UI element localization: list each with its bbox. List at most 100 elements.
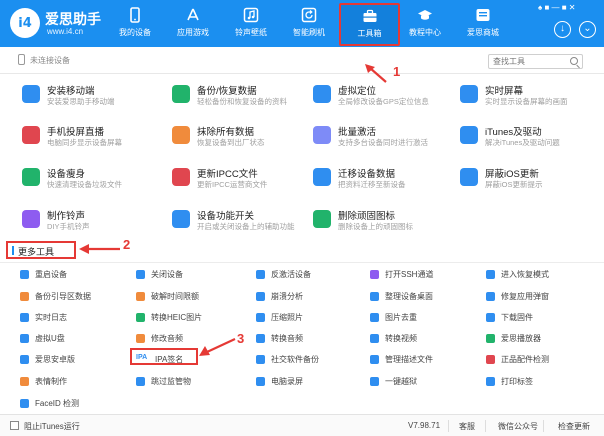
tool-block-update[interactable]: 屏蔽iOS更新 屏蔽iOS更新提示 xyxy=(460,166,604,196)
small-tool-label: 虚拟U盘 xyxy=(35,334,65,343)
small-tool-label: 修改音频 xyxy=(151,334,183,343)
brand-url: www.i4.cn xyxy=(47,27,84,36)
divider xyxy=(543,420,544,432)
download-manager-icon[interactable]: ↓ xyxy=(554,21,571,38)
refresh-box-icon xyxy=(301,7,317,23)
nav-smart-flash[interactable]: 智能刷机 xyxy=(281,4,337,44)
dedup-icon xyxy=(370,313,379,322)
small-tool-label: 表情制作 xyxy=(35,377,67,386)
nav-tutorials[interactable]: 教程中心 xyxy=(397,4,453,44)
phone-icon xyxy=(130,7,140,23)
block-itunes-label: 阻止iTunes运行 xyxy=(24,422,80,431)
small-tool-label: 破解时间限额 xyxy=(151,292,199,301)
print-icon xyxy=(486,377,495,386)
small-tool-label: 打开SSH通道 xyxy=(385,270,434,279)
crash-icon xyxy=(256,292,265,301)
tool-subtitle: 全局修改设备GPS定位信息 xyxy=(338,97,429,106)
cast-icon xyxy=(22,126,40,144)
tool-delete-icon[interactable]: 删除顽固图标 删除设备上的顽固图标 xyxy=(313,208,458,238)
accessory-icon xyxy=(486,355,495,364)
player-icon xyxy=(486,334,495,343)
search-box[interactable] xyxy=(488,54,583,69)
tool-erase[interactable]: 抹除所有数据 恢复设备到出厂状态 xyxy=(172,124,317,154)
tool-subtitle: 电脑同步显示设备屏幕 xyxy=(47,138,122,147)
tool-toggle[interactable]: 设备功能开关 开启或关闭设备上的辅助功能 xyxy=(172,208,317,238)
tool-title: 手机投屏直播 xyxy=(47,127,105,138)
user-menu-icon[interactable]: ⌄ xyxy=(579,21,596,38)
social-backup-icon xyxy=(256,355,265,364)
tool-install-mobile[interactable]: 安装移动端 安装爱思助手移动端 xyxy=(22,83,167,113)
time-limit-icon xyxy=(136,292,145,301)
customer-service-link[interactable]: 客服 xyxy=(459,421,475,432)
block-update-icon xyxy=(460,168,478,186)
deactivate-icon xyxy=(256,270,265,279)
top-navigation-bar: i4 爱思助手 www.i4.cn 我的设备 应用游戏 铃声壁纸 智能刷机 工具… xyxy=(0,0,604,47)
tool-title: 设备功能开关 xyxy=(197,211,255,222)
small-tool-label: 社交软件备份 xyxy=(271,355,319,364)
annotation-number-2: 2 xyxy=(123,237,131,252)
small-tool-label: 进入恢复模式 xyxy=(501,270,549,279)
annotation-number-3: 3 xyxy=(237,331,245,346)
ringtone-icon xyxy=(22,210,40,228)
tool-layers-backup[interactable]: 备份/恢复数据 轻松备份和恢复设备的资料 xyxy=(172,83,317,113)
search-input[interactable] xyxy=(493,55,565,68)
nav-store[interactable]: 爱思商城 xyxy=(455,4,511,44)
brand-name: 爱思助手 xyxy=(45,11,101,27)
tool-migrate[interactable]: 迁移设备数据 把资料迁移至新设备 xyxy=(313,166,458,196)
small-tool-label: 爱思播放器 xyxy=(501,334,541,343)
toolbox-icon xyxy=(363,9,376,22)
tool-subtitle: 支持多台设备同时进行激活 xyxy=(338,138,428,147)
nav-apps-games[interactable]: 应用游戏 xyxy=(165,4,221,44)
search-icon[interactable] xyxy=(570,57,578,65)
slim-device-icon xyxy=(22,168,40,186)
check-update-link[interactable]: 检查更新 xyxy=(558,421,590,432)
small-tool-label: 实时日志 xyxy=(35,313,67,322)
log-icon xyxy=(20,313,29,322)
tool-slim-device[interactable]: 设备瘦身 快速清理设备垃圾文件 xyxy=(22,166,167,196)
block-itunes-checkbox[interactable] xyxy=(10,421,19,430)
tool-title: 屏蔽iOS更新 xyxy=(485,169,539,180)
music-icon xyxy=(243,7,259,23)
delete-icon-icon xyxy=(313,210,331,228)
ipcc-icon xyxy=(172,168,190,186)
tool-title: 更新IPCC文件 xyxy=(197,169,258,180)
faceid-icon xyxy=(20,399,29,408)
small-tool-label: 转换视频 xyxy=(385,334,417,343)
small-tool-label: 跳过监管物 xyxy=(151,377,191,386)
tool-itunes[interactable]: iTunes及驱动 解决iTunes及驱动问题 xyxy=(460,124,604,154)
small-tool-label: 图片去重 xyxy=(385,313,417,322)
jailbreak-icon xyxy=(370,377,379,386)
android-icon xyxy=(20,355,29,364)
tool-location-pin[interactable]: 虚拟定位 全局修改设备GPS定位信息 xyxy=(313,83,458,113)
tool-batch-activate[interactable]: 批量激活 支持多台设备同时进行激活 xyxy=(313,124,458,154)
wechat-account-link[interactable]: 微信公众号 xyxy=(498,421,538,432)
window-controls[interactable]: ♠ ■ — ■ ✕ xyxy=(538,3,576,12)
small-tool-label: 一键越狱 xyxy=(385,377,417,386)
small-tool-label: 爱思安卓版 xyxy=(35,355,75,364)
tool-title: 抹除所有数据 xyxy=(197,127,255,138)
device-status-text: 未连接设备 xyxy=(30,56,70,65)
small-tool-label: 备份引导区数据 xyxy=(35,292,91,301)
tool-subtitle: 屏蔽iOS更新提示 xyxy=(485,180,543,189)
tool-cast[interactable]: 手机投屏直播 电脑同步显示设备屏幕 xyxy=(22,124,167,154)
batch-activate-icon xyxy=(313,126,331,144)
tool-ringtone[interactable]: 制作铃声 DIY手机铃声 xyxy=(22,208,167,238)
version-label: V7.98.71 xyxy=(408,421,441,430)
tool-screen[interactable]: 实时屏幕 实时显示设备屏幕的画面 xyxy=(460,83,604,113)
tool-ipcc[interactable]: 更新IPCC文件 更新IPCC运营商文件 xyxy=(172,166,317,196)
download-icon xyxy=(486,313,495,322)
tool-title: 安装移动端 xyxy=(47,86,95,97)
nav-my-device[interactable]: 我的设备 xyxy=(107,4,163,44)
recovery-icon xyxy=(486,270,495,279)
small-tool-label: 崩溃分析 xyxy=(271,292,303,301)
nav-toolbox[interactable]: 工具箱 xyxy=(339,3,400,46)
install-mobile-icon xyxy=(22,85,40,103)
small-tool-label: 转换音频 xyxy=(271,334,303,343)
convert-video-icon xyxy=(370,334,379,343)
annotation-arrow-3 xyxy=(199,338,236,356)
compress-icon xyxy=(256,313,265,322)
phone-outline-icon xyxy=(18,54,25,65)
nav-ringtones-wallpapers[interactable]: 铃声壁纸 xyxy=(223,4,279,44)
small-tool-label: FaceID 检测 xyxy=(35,399,80,408)
tool-title: 实时屏幕 xyxy=(485,86,524,97)
